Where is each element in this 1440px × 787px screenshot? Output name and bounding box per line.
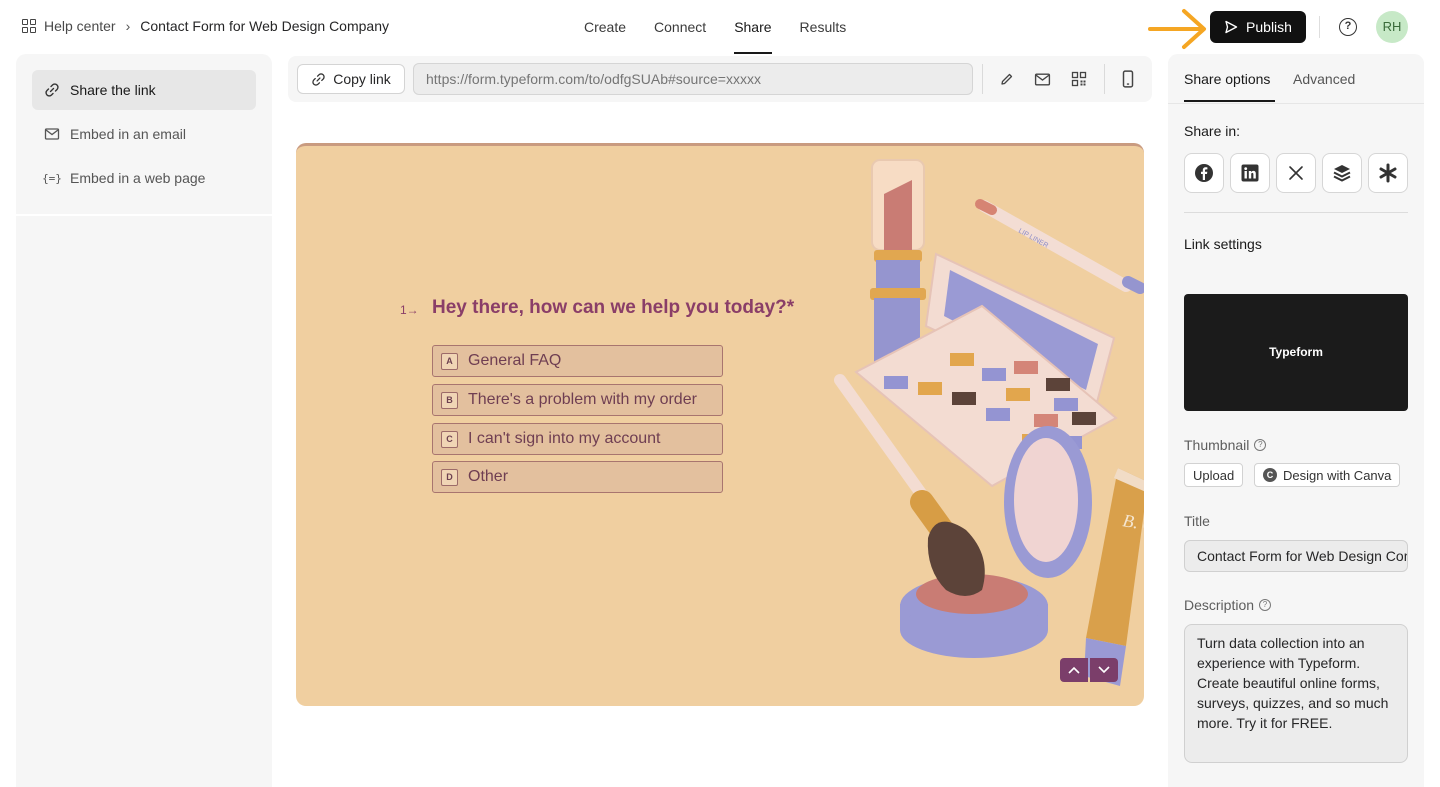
link-settings-heading: Link settings — [1184, 236, 1262, 252]
question-number: 1→ — [400, 303, 419, 317]
info-icon[interactable]: ? — [1254, 439, 1267, 451]
breadcrumb-separator: › — [125, 18, 131, 34]
choice-option[interactable]: A General FAQ — [432, 345, 723, 377]
thumbnail-label-text: Thumbnail — [1184, 437, 1250, 453]
choice-label: Other — [468, 468, 509, 485]
title-field[interactable] — [1184, 540, 1408, 572]
publish-button[interactable]: Publish — [1210, 11, 1306, 43]
send-icon — [1225, 20, 1238, 34]
choice-label: General FAQ — [468, 352, 562, 369]
upload-button[interactable]: Upload — [1184, 463, 1244, 487]
arrow-callout-icon — [1148, 9, 1206, 49]
description-field[interactable]: Turn data collection into an experience … — [1184, 624, 1408, 763]
sidebar-item-label: Embed in a web page — [70, 170, 206, 186]
description-label-text: Description — [1184, 597, 1255, 613]
workspace-grid-icon[interactable] — [22, 19, 36, 33]
tab-advanced[interactable]: Advanced — [1293, 71, 1355, 87]
canva-icon: C — [1263, 468, 1277, 482]
mail-icon — [44, 126, 60, 142]
choice-key: C — [441, 430, 458, 448]
choice-option[interactable]: B There's a problem with my order — [432, 384, 723, 416]
thumbnail-label: Thumbnail ? — [1184, 437, 1267, 453]
sidebar-item-embed-webpage[interactable]: {=} Embed in a web page — [32, 158, 256, 198]
share-method-sidebar: Share the link Embed in an email {=} Emb… — [16, 54, 272, 787]
sidebar-item-label: Share the link — [70, 82, 156, 98]
share-options-panel: Share options Advanced Share in: Link se… — [1168, 54, 1424, 787]
share-link-toolbar: Copy link — [288, 56, 1152, 102]
choice-key: B — [441, 391, 458, 409]
info-icon[interactable]: ? — [1259, 599, 1272, 611]
qr-code-icon[interactable] — [1069, 69, 1089, 89]
help-icon[interactable]: ? — [1339, 18, 1357, 36]
main-nav: Create Connect Share Results — [570, 0, 860, 54]
publish-label: Publish — [1246, 19, 1292, 35]
copy-link-button[interactable]: Copy link — [297, 64, 405, 94]
top-divider — [1319, 16, 1320, 38]
code-braces-icon: {=} — [42, 171, 62, 185]
choice-label: I can't sign into my account — [468, 430, 661, 447]
choice-option[interactable]: C I can't sign into my account — [432, 423, 723, 455]
question-nav — [1060, 658, 1118, 682]
linkedin-icon[interactable] — [1230, 153, 1270, 193]
link-icon — [312, 72, 325, 86]
title-label: Title — [1184, 513, 1210, 529]
copy-link-label: Copy link — [333, 71, 391, 87]
avatar[interactable]: RH — [1376, 11, 1408, 43]
tab-results[interactable]: Results — [786, 0, 861, 54]
sidebar-item-label: Embed in an email — [70, 126, 186, 142]
sidebar-item-embed-email[interactable]: Embed in an email — [32, 114, 256, 154]
pencil-icon[interactable] — [997, 69, 1017, 89]
share-in-heading: Share in: — [1184, 123, 1241, 139]
mobile-preview-icon[interactable] — [1118, 69, 1138, 89]
choice-key: A — [441, 352, 458, 370]
canva-label: Design with Canva — [1283, 467, 1392, 483]
tab-share-options[interactable]: Share options — [1184, 71, 1270, 87]
form-preview: LIP LINER B. Crea 1→ Hey there, how can … — [296, 143, 1144, 706]
panel-divider — [1184, 212, 1408, 213]
chevron-up-icon[interactable] — [1060, 658, 1088, 682]
facebook-icon[interactable] — [1184, 153, 1224, 193]
tab-share[interactable]: Share — [720, 0, 785, 54]
toolbar-divider — [1104, 64, 1105, 94]
buffer-icon[interactable] — [1322, 153, 1362, 193]
choice-option[interactable]: D Other — [432, 461, 723, 493]
top-bar: Help center › Contact Form for Web Desig… — [0, 0, 1440, 54]
breadcrumb-form-title[interactable]: Contact Form for Web Design Company — [140, 18, 389, 34]
link-preview-card: Typeform — [1184, 294, 1408, 411]
tab-create[interactable]: Create — [570, 0, 640, 54]
tab-connect[interactable]: Connect — [640, 0, 720, 54]
chevron-down-icon[interactable] — [1090, 658, 1118, 682]
question-text: Hey there, how can we help you today?* — [432, 297, 795, 318]
x-icon[interactable] — [1276, 153, 1316, 193]
sidebar-divider — [16, 214, 272, 216]
active-tab-indicator — [1184, 100, 1275, 102]
design-with-canva-button[interactable]: C Design with Canva — [1254, 463, 1401, 487]
sidebar-item-share-link[interactable]: Share the link — [32, 70, 256, 110]
choice-key: D — [441, 468, 458, 486]
share-url-field[interactable] — [413, 63, 973, 95]
breadcrumb-home-link[interactable]: Help center — [44, 18, 116, 34]
panel-tabs: Share options Advanced — [1168, 54, 1424, 104]
breadcrumb: Help center › Contact Form for Web Desig… — [22, 18, 389, 34]
description-label: Description ? — [1184, 597, 1272, 613]
mail-icon[interactable] — [1032, 69, 1052, 89]
choice-label: There's a problem with my order — [468, 391, 697, 408]
link-icon — [44, 82, 60, 98]
asterisk-icon[interactable] — [1368, 153, 1408, 193]
upload-label: Upload — [1193, 467, 1235, 483]
makeup-illustration: LIP LINER B. Crea — [834, 159, 1144, 686]
toolbar-divider — [982, 64, 983, 94]
